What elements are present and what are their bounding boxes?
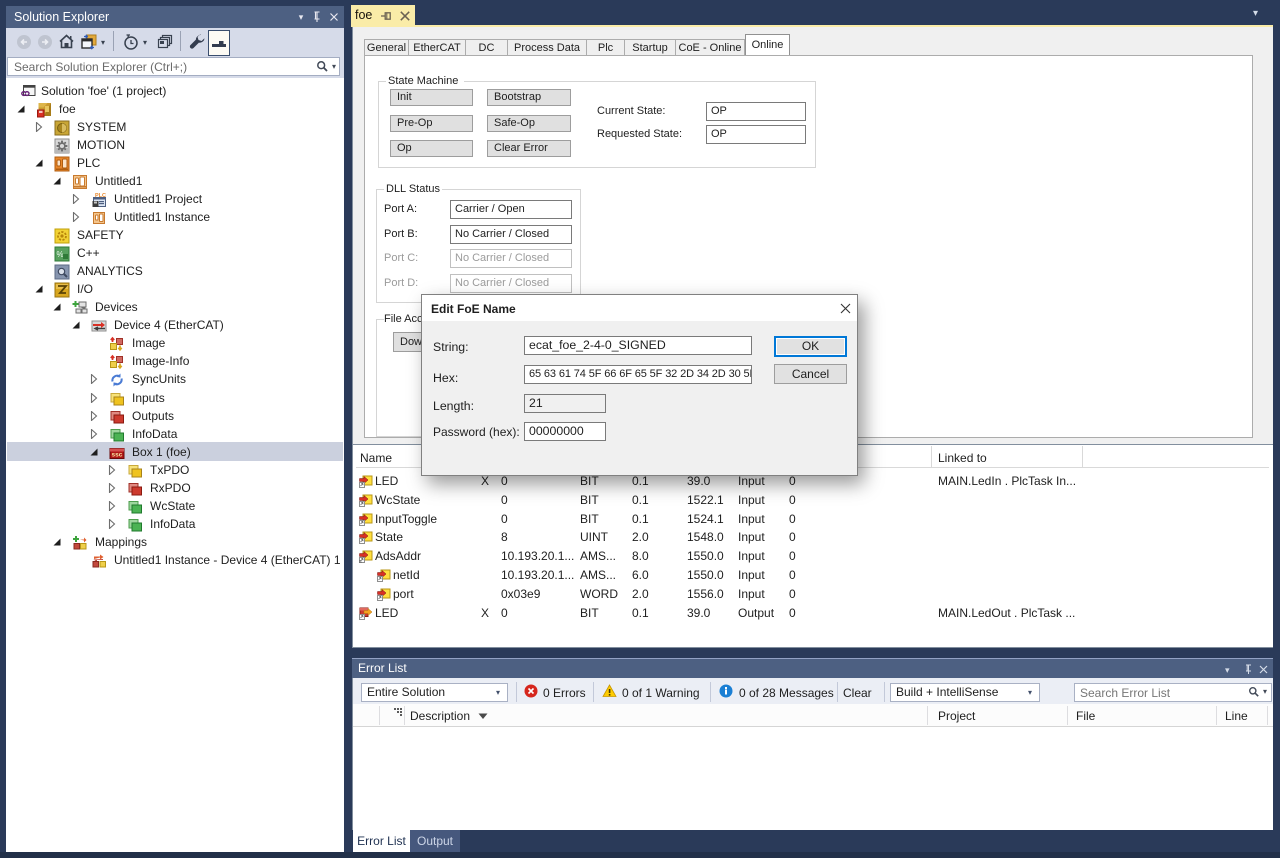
svg-text:s: s: [359, 559, 362, 563]
svg-text:%: %: [57, 250, 64, 259]
svg-text:ssc: ssc: [112, 452, 123, 459]
